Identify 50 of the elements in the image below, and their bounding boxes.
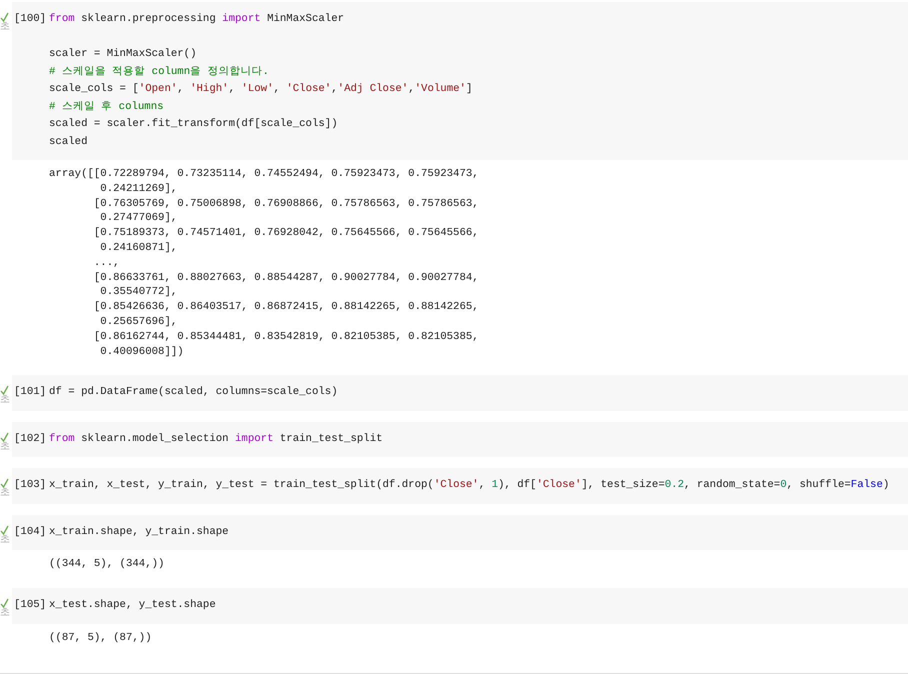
- execution-time: 초: [0, 534, 10, 546]
- execution-count: [104]: [14, 524, 48, 540]
- code-line: scaler = MinMaxScaler(): [49, 47, 198, 62]
- code-cell[interactable]: [102] from sklearn.model_selection import train_test_split: [12, 422, 908, 458]
- code-line: x_train, x_test, y_train, y_test = train_test_split(df.drop('Close', 1), df['Close'], test_size=0.2, random_state=0, shuffle=False): [49, 478, 890, 494]
- output-line: ((87, 5), (87,)): [49, 630, 153, 646]
- code-line: x_train.shape, y_train.shape: [49, 524, 229, 540]
- execution-count: [105]: [14, 598, 48, 614]
- output-line: 0.35540772],: [99, 285, 178, 300]
- code-cell[interactable]: [103] x_train, x_test, y_train, y_test = train_test_split(df.drop('Close', 1), df['Close'], test_size=0.2, random_state=0, shuffle=False): [12, 468, 908, 504]
- checkmark-icon: [0, 12, 9, 22]
- output-line: ((344, 5), (344,)): [49, 557, 166, 572]
- execution-count: [103]: [14, 478, 48, 494]
- execution-count: [101]: [14, 385, 48, 400]
- output-line: [0.75189373, 0.74571401, 0.76928042, 0.75645566, 0.75645566,: [92, 226, 480, 241]
- checkmark-icon: [0, 598, 9, 608]
- code-line: df = pd.DataFrame(scaled, columns=scale_cols): [49, 385, 338, 400]
- output-line: [0.86633761, 0.88027663, 0.88544287, 0.90027784, 0.90027784,: [92, 270, 480, 286]
- code-line: from sklearn.preprocessing import MinMaxScaler: [49, 12, 346, 27]
- code-line: from sklearn.model_selection import train_test_split: [49, 432, 383, 447]
- output-line: 0.24211269],: [99, 182, 178, 197]
- execution-count: [100]: [14, 12, 48, 27]
- execution-time: 초: [0, 442, 10, 453]
- checkmark-icon: [0, 524, 9, 535]
- checkmark-icon: [0, 385, 9, 396]
- execution-time: 초: [0, 488, 10, 500]
- output-line: [0.85426636, 0.86403517, 0.86872415, 0.88142265, 0.88142265,: [92, 300, 480, 315]
- output-line: 0.27477069],: [99, 211, 178, 226]
- output-line: [0.76305769, 0.75006898, 0.76908866, 0.75786563, 0.75786563,: [92, 196, 480, 212]
- code-line: scaled = scaler.fit_transform(df[scale_cols]): [49, 117, 339, 132]
- execution-time: 초: [0, 22, 10, 33]
- checkmark-icon: [0, 432, 9, 442]
- output-line: [0.86162744, 0.85344481, 0.83542819, 0.82105385, 0.82105385,: [92, 330, 480, 345]
- checkmark-icon: [0, 478, 9, 488]
- code-line: # 스케일을 적용할 column을 정의합니다.: [49, 64, 270, 80]
- code-cell[interactable]: [105] x_test.shape, y_test.shape: [12, 588, 908, 624]
- code-cell[interactable]: [104] x_train.shape, y_train.shape: [12, 514, 908, 550]
- output-line: 0.24160871],: [99, 240, 178, 256]
- output-line: ...,: [92, 256, 121, 271]
- code-line: # 스케일 후 columns: [49, 100, 165, 114]
- output-line: 0.40096008]]): [99, 344, 185, 360]
- execution-count: [102]: [14, 432, 48, 447]
- execution-time: 초: [0, 608, 10, 620]
- output-line: array([[0.72289794, 0.73235114, 0.74552494, 0.75923473, 0.75923473,: [49, 167, 480, 182]
- output-line: 0.25657696],: [99, 314, 178, 330]
- code-line: scaled: [49, 134, 88, 150]
- code-cell[interactable]: [101] df = pd.DataFrame(scaled, columns=scale_cols): [12, 375, 908, 411]
- code-line: scale_cols = ['Open', 'High', 'Low', 'Close','Adj Close','Volume']: [49, 82, 472, 97]
- code-line: x_test.shape, y_test.shape: [49, 598, 216, 614]
- execution-time: 초: [0, 395, 10, 406]
